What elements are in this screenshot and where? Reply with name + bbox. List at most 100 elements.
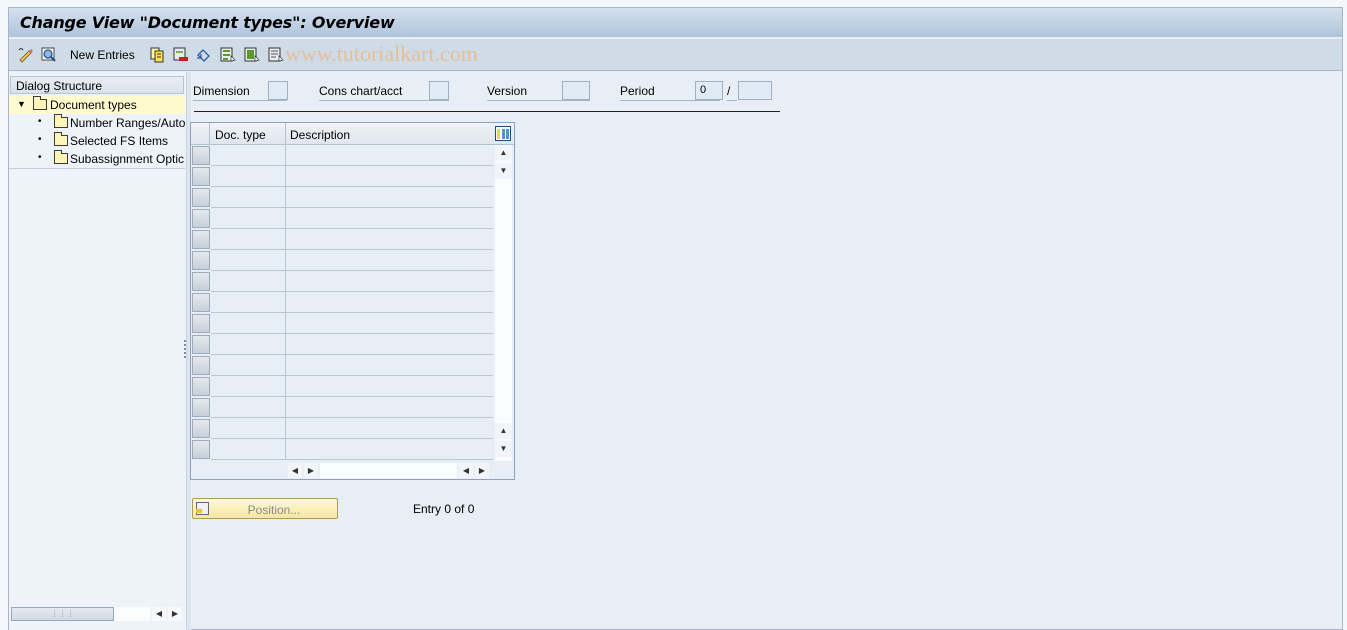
scrollbar-thumb[interactable]: ⋮⋮⋮ [11, 607, 114, 621]
row-selector-button[interactable] [192, 167, 210, 186]
description-cell[interactable] [286, 397, 493, 418]
description-cell[interactable] [286, 292, 493, 313]
copy-as-icon[interactable] [149, 46, 166, 63]
description-cell[interactable] [286, 376, 493, 397]
column-header-doc-type[interactable]: Doc. type [211, 123, 286, 145]
scroll-right-icon[interactable]: ▶ [304, 463, 318, 478]
row-selector-button[interactable] [192, 188, 210, 207]
doc-type-cell[interactable] [211, 292, 286, 313]
cons-chart-field[interactable] [429, 81, 449, 100]
table-row[interactable] [191, 187, 494, 208]
splitter-grip-icon[interactable] [184, 340, 187, 360]
scroll-page-down-icon[interactable]: ▼ [495, 441, 512, 457]
fiscal-year-field[interactable] [738, 81, 772, 100]
row-selector-button[interactable] [192, 398, 210, 417]
table-vertical-scrollbar[interactable]: ▲ ▼ ▲ ▼ [495, 145, 512, 461]
doc-type-cell[interactable] [211, 376, 286, 397]
description-cell[interactable] [286, 439, 493, 460]
row-selector-button[interactable] [192, 419, 210, 438]
position-button[interactable]: Position... [192, 498, 338, 519]
doc-type-cell[interactable] [211, 145, 286, 166]
dimension-field[interactable] [268, 81, 288, 100]
row-selector-button[interactable] [192, 293, 210, 312]
tree-item-document-types[interactable]: ▼ Document types [9, 96, 185, 114]
description-cell[interactable] [286, 166, 493, 187]
doc-type-cell[interactable] [211, 208, 286, 229]
scroll-down-icon[interactable]: ▼ [495, 163, 512, 179]
row-selector-button[interactable] [192, 314, 210, 333]
doc-type-cell[interactable] [211, 187, 286, 208]
description-cell[interactable] [286, 313, 493, 334]
scroll-right-icon[interactable]: ▶ [475, 463, 489, 478]
table-row[interactable] [191, 376, 494, 397]
version-field[interactable] [562, 81, 590, 100]
row-selector-button[interactable] [192, 377, 210, 396]
doc-type-cell[interactable] [211, 271, 286, 292]
doc-type-cell[interactable] [211, 355, 286, 376]
doc-type-cell[interactable] [211, 397, 286, 418]
table-row[interactable] [191, 208, 494, 229]
scrollbar-track[interactable] [114, 607, 150, 621]
table-settings-icon[interactable] [495, 126, 511, 141]
row-selector-button[interactable] [192, 356, 210, 375]
table-row[interactable] [191, 313, 494, 334]
doc-type-cell[interactable] [211, 439, 286, 460]
find-icon[interactable] [40, 46, 57, 63]
row-selector-button[interactable] [192, 230, 210, 249]
row-selector-button[interactable] [192, 146, 210, 165]
delete-icon[interactable] [172, 46, 189, 63]
description-cell[interactable] [286, 334, 493, 355]
tree-item-selected-fs-items[interactable]: • Selected FS Items [9, 132, 185, 150]
tree-horizontal-scrollbar[interactable]: ⋮⋮⋮ ◀ ▶ [11, 607, 183, 621]
table-row[interactable] [191, 229, 494, 250]
row-selector-button[interactable] [192, 272, 210, 291]
table-row[interactable] [191, 271, 494, 292]
doc-type-cell[interactable] [211, 250, 286, 271]
description-cell[interactable] [286, 187, 493, 208]
scroll-up-icon[interactable]: ▲ [495, 145, 512, 161]
display-change-icon[interactable] [17, 46, 34, 63]
deselect-all-icon[interactable] [267, 46, 284, 63]
description-cell[interactable] [286, 208, 493, 229]
doc-type-cell[interactable] [211, 418, 286, 439]
doc-type-cell[interactable] [211, 229, 286, 250]
scroll-left-icon[interactable]: ◀ [459, 463, 473, 478]
description-cell[interactable] [286, 271, 493, 292]
row-selector-button[interactable] [192, 335, 210, 354]
description-cell[interactable] [286, 418, 493, 439]
tree-item-subassignment-options[interactable]: • Subassignment Optic [9, 150, 185, 168]
row-selector-button[interactable] [192, 209, 210, 228]
table-row[interactable] [191, 145, 494, 166]
expand-arrow-icon[interactable]: ▼ [17, 99, 26, 109]
description-cell[interactable] [286, 145, 493, 166]
description-cell[interactable] [286, 229, 493, 250]
scroll-left-icon[interactable]: ◀ [152, 607, 166, 621]
table-row[interactable] [191, 334, 494, 355]
scroll-right-icon[interactable]: ▶ [168, 607, 182, 621]
column-header-description[interactable]: Description [286, 123, 495, 145]
doc-type-cell[interactable] [211, 334, 286, 355]
select-all-icon[interactable] [219, 46, 236, 63]
scroll-page-up-icon[interactable]: ▲ [495, 423, 512, 439]
period-field[interactable]: 0 [695, 81, 723, 100]
table-row[interactable] [191, 250, 494, 271]
undo-change-icon[interactable] [195, 46, 212, 63]
table-row[interactable] [191, 418, 494, 439]
table-row[interactable] [191, 397, 494, 418]
table-row[interactable] [191, 439, 494, 460]
table-horizontal-scrollbar[interactable]: ◀ ▶ ◀ ▶ [288, 463, 493, 478]
row-selector-button[interactable] [192, 251, 210, 270]
select-all-rows-button[interactable] [191, 123, 210, 145]
doc-type-cell[interactable] [211, 313, 286, 334]
doc-type-cell[interactable] [211, 166, 286, 187]
scrollbar-track[interactable] [320, 463, 457, 478]
table-row[interactable] [191, 355, 494, 376]
description-cell[interactable] [286, 250, 493, 271]
table-row[interactable] [191, 292, 494, 313]
row-selector-button[interactable] [192, 440, 210, 459]
tree-item-number-ranges[interactable]: • Number Ranges/Auto [9, 114, 185, 132]
description-cell[interactable] [286, 355, 493, 376]
new-entries-button[interactable]: New Entries [70, 48, 135, 62]
select-block-icon[interactable] [243, 46, 260, 63]
scroll-left-icon[interactable]: ◀ [288, 463, 302, 478]
